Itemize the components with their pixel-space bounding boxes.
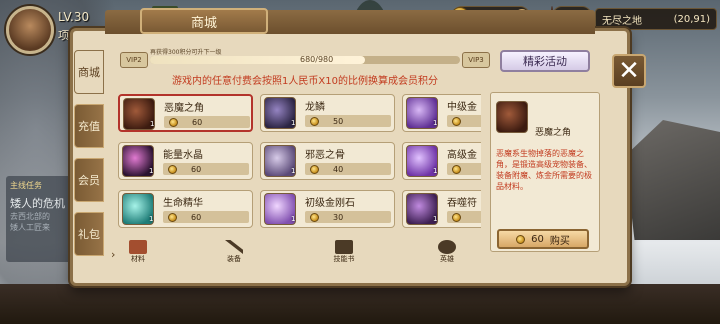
buy-price: 60	[531, 233, 544, 245]
item-card[interactable]: 1 恶魔之角 60	[118, 94, 253, 132]
vip-next-badge: VIP3	[462, 52, 490, 68]
detail-item-description: 恶魔系生物掉落的恶魔之角，是锻造高级宠物装备、装备附魔、炼金所需要的极品材料。	[496, 149, 592, 191]
coin-icon	[168, 212, 177, 222]
vip-current-badge: VIP2	[120, 52, 148, 68]
shop-title: 商城	[140, 8, 268, 34]
item-name: 能量水晶	[163, 150, 203, 161]
item-quantity: 1	[291, 119, 296, 127]
item-name: 初级金刚石	[305, 198, 355, 209]
background-ground	[0, 284, 720, 324]
item-quantity: 1	[291, 167, 296, 175]
buy-button[interactable]: 60 购买	[497, 229, 589, 249]
item-name: 生命精华	[163, 198, 203, 209]
materials-icon	[129, 240, 147, 254]
item-quantity: 1	[433, 167, 438, 175]
coin-icon	[310, 164, 319, 174]
item-name: 恶魔之角	[164, 103, 204, 114]
coin-icon	[452, 212, 461, 222]
skill-book-icon	[335, 240, 353, 254]
tab-shop[interactable]: 商城	[74, 50, 104, 94]
vip-info-text: 游戏内的任意付费会按照1人民币X10的比例换算成会员积分	[172, 76, 438, 87]
item-price	[447, 115, 481, 127]
coin-icon	[169, 117, 178, 127]
item-card[interactable]: 1 龙鳞 50	[260, 94, 395, 132]
category-heroes[interactable]: 英雄	[430, 240, 464, 266]
item-detail-panel: 恶魔之角 恶魔系生物掉落的恶魔之角，是锻造高级宠物装备、装备附魔、炼金所需要的极…	[490, 92, 600, 252]
tab-vip[interactable]: 会员	[74, 158, 104, 202]
player-avatar[interactable]	[6, 6, 54, 54]
coin-icon	[310, 116, 319, 126]
item-price: 60	[163, 163, 249, 175]
item-card[interactable]: 1 中级金	[402, 94, 481, 132]
detail-item-name: 恶魔之角	[535, 128, 572, 138]
coin-icon	[516, 234, 526, 244]
item-quantity: 1	[433, 215, 438, 223]
coin-icon	[310, 212, 319, 222]
coin-icon	[168, 164, 177, 174]
item-card[interactable]: 1 生命精华 60	[118, 190, 253, 228]
item-price: 60	[163, 211, 249, 223]
item-card[interactable]: 1 能量水晶 60	[118, 142, 253, 180]
item-quantity: 1	[291, 215, 296, 223]
item-name: 龙鳞	[305, 102, 325, 113]
item-price: 50	[305, 115, 391, 127]
demon-horn-icon	[496, 101, 528, 133]
item-card[interactable]: 1 初级金刚石 30	[260, 190, 395, 228]
equipment-icon	[225, 240, 243, 254]
item-name: 中级金	[447, 102, 477, 113]
item-name: 吞噬符	[447, 198, 477, 209]
item-name: 高级金	[447, 150, 477, 161]
category-skill-books[interactable]: 技能书	[327, 240, 361, 266]
tab-recharge[interactable]: 充值	[74, 104, 104, 148]
player-level: LV.30	[58, 10, 90, 24]
item-price	[447, 211, 481, 223]
tab-gift-pack[interactable]: 礼包	[74, 212, 104, 256]
background-house	[625, 120, 720, 240]
location-bar[interactable]: 无尽之地 (20,91)	[595, 8, 717, 30]
item-quantity: 1	[433, 119, 438, 127]
item-quantity: 1	[150, 120, 155, 128]
coin-icon	[452, 116, 461, 126]
location-name: 无尽之地	[602, 15, 642, 27]
shop-side-tabs: 商城 充值 会员 礼包	[74, 50, 104, 266]
item-price: 30	[305, 211, 391, 223]
hero-icon	[438, 240, 456, 254]
item-quantity: 1	[149, 215, 154, 223]
chevron-left-icon[interactable]: ›	[111, 248, 115, 261]
coin-icon	[452, 164, 461, 174]
category-materials[interactable]: 材料	[121, 240, 155, 266]
item-card[interactable]: 1 吞噬符	[402, 190, 481, 228]
close-button[interactable]: ✕	[612, 54, 646, 88]
category-equipment[interactable]: 装备	[217, 240, 251, 266]
item-card[interactable]: 1 高级金	[402, 142, 481, 180]
location-coords: (20,91)	[673, 13, 710, 25]
item-name: 邪恶之骨	[305, 150, 345, 161]
item-price: 40	[305, 163, 391, 175]
item-quantity: 1	[149, 167, 154, 175]
item-grid: 1 恶魔之角 60 1 龙鳞 50 1 中级金 1 能量水晶 60 1 邪恶之骨…	[115, 92, 481, 234]
category-nav: › 材料 装备 技能书 英雄	[111, 240, 490, 266]
vip-progress-count: 680/980	[300, 55, 334, 64]
item-card[interactable]: 1 邪恶之骨 40	[260, 142, 395, 180]
item-price	[447, 163, 481, 175]
event-button[interactable]: 精彩活动	[500, 50, 590, 72]
buy-label: 购买	[549, 235, 570, 247]
item-price: 60	[164, 116, 250, 128]
